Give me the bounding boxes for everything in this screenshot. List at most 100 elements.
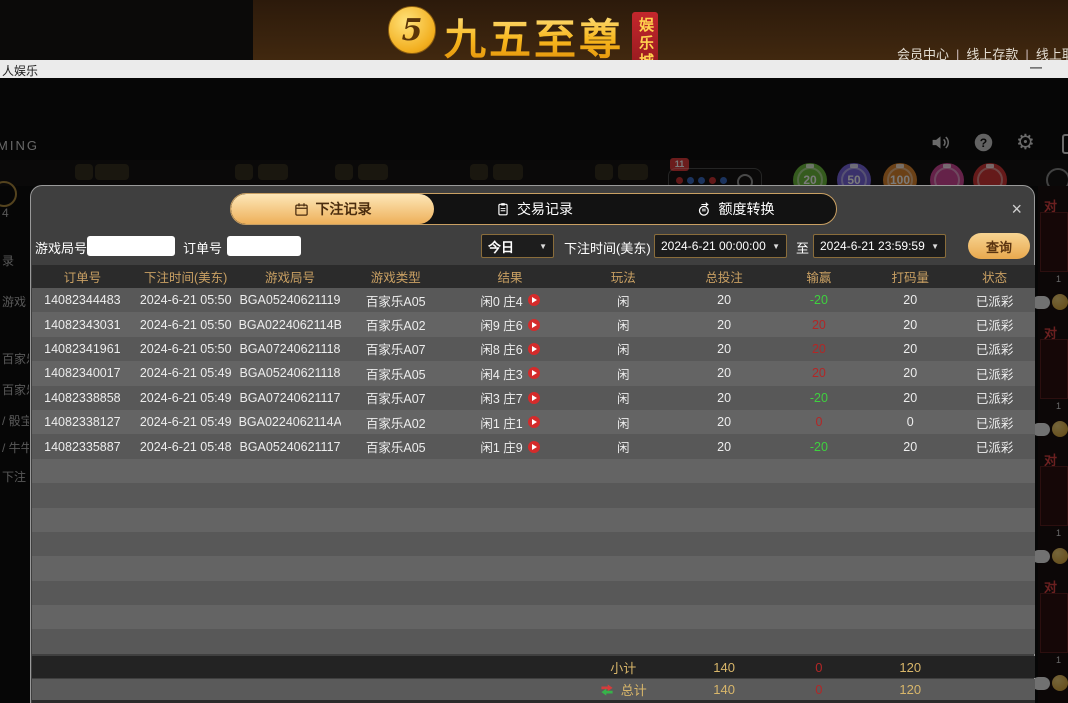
result-cell: 闲1 庄9 bbox=[450, 437, 570, 456]
col-status: 状态 bbox=[954, 267, 1035, 286]
status-cell: 已派彩 bbox=[954, 315, 1035, 334]
play-cell: 闲 bbox=[570, 291, 677, 310]
result-text: 闲4 庄3 bbox=[480, 364, 522, 383]
result-text: 闲8 庄6 bbox=[480, 339, 522, 358]
result-text: 闲9 庄6 bbox=[480, 315, 522, 334]
table-body: 140823444832024-6-21 05:50BGA05240621119… bbox=[32, 288, 1035, 654]
replay-icon[interactable] bbox=[528, 294, 540, 306]
type-cell: 百家乐A07 bbox=[341, 388, 450, 407]
round-cell: BGA05240621117 bbox=[239, 440, 342, 454]
win-cell: -20 bbox=[772, 440, 867, 454]
chevron-down-icon: ▼ bbox=[539, 242, 547, 251]
refresh-icon[interactable] bbox=[600, 683, 614, 697]
col-result: 结果 bbox=[450, 267, 570, 286]
betting-records-modal: 下注记录 交易记录 bbox=[30, 185, 1035, 703]
result-cell: 闲3 庄7 bbox=[450, 388, 570, 407]
chevron-down-icon: ▼ bbox=[772, 242, 780, 251]
header-link[interactable]: 线上取款 bbox=[1036, 47, 1068, 60]
window-titlebar: 人娱乐 — bbox=[0, 60, 1068, 78]
tab-label: 额度转换 bbox=[719, 199, 775, 219]
time-cell: 2024-6-21 05:49 bbox=[133, 366, 239, 380]
col-order: 订单号 bbox=[32, 267, 133, 286]
turnover-cell: 20 bbox=[866, 391, 954, 405]
table-row: 140823358872024-6-21 05:48BGA05240621117… bbox=[32, 434, 1035, 458]
col-bet: 总投注 bbox=[677, 267, 772, 286]
col-type: 游戏类型 bbox=[341, 267, 450, 286]
replay-icon[interactable] bbox=[528, 319, 540, 331]
table-header-row: 订单号 下注时间(美东) 游戏局号 游戏类型 结果 玩法 总投注 输赢 打码量 … bbox=[32, 265, 1035, 288]
link-separator: | bbox=[956, 47, 959, 60]
type-cell: 百家乐A07 bbox=[341, 339, 450, 358]
replay-icon[interactable] bbox=[528, 367, 540, 379]
col-time: 下注时间(美东) bbox=[133, 267, 239, 286]
date-range-select[interactable]: 今日 ▼ bbox=[481, 234, 554, 258]
table-row: 140823388582024-6-21 05:49BGA07240621117… bbox=[32, 386, 1035, 410]
turnover-cell: 20 bbox=[866, 440, 954, 454]
result-text: 闲3 庄7 bbox=[480, 388, 522, 407]
result-cell: 闲1 庄1 bbox=[450, 413, 570, 432]
header-link[interactable]: 会员中心 bbox=[897, 47, 949, 60]
close-icon[interactable]: × bbox=[1011, 200, 1022, 218]
col-round: 游戏局号 bbox=[239, 267, 342, 286]
time-cell: 2024-6-21 05:50 bbox=[133, 293, 239, 307]
date-to-input[interactable]: 2024-6-21 23:59:59 ▼ bbox=[813, 234, 946, 258]
col-turnover: 打码量 bbox=[866, 267, 954, 286]
type-cell: 百家乐A05 bbox=[341, 364, 450, 383]
empty-row bbox=[32, 581, 1035, 605]
logo-symbol: 5 bbox=[402, 13, 423, 48]
win-cell: 20 bbox=[772, 342, 867, 356]
order-input[interactable] bbox=[227, 236, 301, 256]
replay-icon[interactable] bbox=[528, 416, 540, 428]
subtotal-win: 0 bbox=[772, 660, 867, 675]
header-link[interactable]: 线上存款 bbox=[966, 47, 1018, 60]
play-cell: 闲 bbox=[570, 388, 677, 407]
link-separator: | bbox=[1025, 47, 1028, 60]
table-row: 140823444832024-6-21 05:50BGA05240621119… bbox=[32, 288, 1035, 312]
clipboard-icon bbox=[496, 202, 510, 216]
minimize-button[interactable]: — bbox=[1030, 60, 1042, 74]
tab-credit-transfer[interactable]: 额度转换 bbox=[635, 194, 836, 224]
round-cell: BGA05240621118 bbox=[239, 366, 342, 380]
status-cell: 已派彩 bbox=[954, 388, 1035, 407]
modal-tab-bar: 下注记录 交易记录 bbox=[230, 193, 837, 225]
search-button[interactable]: 查询 bbox=[968, 233, 1030, 259]
time-cell: 2024-6-21 05:50 bbox=[133, 342, 239, 356]
round-cell: BGA05240621119 bbox=[239, 293, 342, 307]
tab-label: 下注记录 bbox=[316, 199, 372, 219]
subtotal-bet: 140 bbox=[677, 660, 772, 675]
bet-cell: 20 bbox=[677, 391, 772, 405]
tab-bet-records[interactable]: 下注记录 bbox=[231, 194, 434, 224]
site-header: 5 九五至尊 娱乐城 会员中心|线上存款|线上取款 bbox=[0, 0, 1068, 60]
replay-icon[interactable] bbox=[528, 392, 540, 404]
replay-icon[interactable] bbox=[528, 441, 540, 453]
win-cell: 20 bbox=[772, 318, 867, 332]
total-turnover: 120 bbox=[866, 682, 954, 697]
empty-row bbox=[32, 483, 1035, 507]
logo-5-icon: 5 bbox=[388, 6, 436, 54]
chevron-down-icon: ▼ bbox=[931, 242, 939, 251]
play-cell: 闲 bbox=[570, 315, 677, 334]
time-cell: 2024-6-21 05:48 bbox=[133, 440, 239, 454]
order-cell: 14082340017 bbox=[32, 366, 133, 380]
game-round-input[interactable] bbox=[87, 236, 175, 256]
date-from-input[interactable]: 2024-6-21 00:00:00 ▼ bbox=[654, 234, 787, 258]
result-cell: 闲9 庄6 bbox=[450, 315, 570, 334]
order-cell: 14082335887 bbox=[32, 440, 133, 454]
calendar-icon bbox=[294, 202, 309, 217]
col-play: 玩法 bbox=[570, 267, 677, 286]
time-cell: 2024-6-21 05:49 bbox=[133, 391, 239, 405]
result-cell: 闲0 庄4 bbox=[450, 291, 570, 310]
table-row: 140823400172024-6-21 05:49BGA05240621118… bbox=[32, 361, 1035, 385]
table-row: 140823430312024-6-21 05:50BGA0224062114B… bbox=[32, 312, 1035, 336]
header-black-region bbox=[0, 0, 253, 60]
exchange-icon bbox=[697, 202, 712, 217]
play-cell: 闲 bbox=[570, 339, 677, 358]
subtotal-label: 小计 bbox=[570, 658, 677, 677]
round-cell: BGA0224062114A bbox=[239, 415, 342, 429]
type-cell: 百家乐A02 bbox=[341, 315, 450, 334]
status-cell: 已派彩 bbox=[954, 413, 1035, 432]
tab-transaction-records[interactable]: 交易记录 bbox=[434, 194, 635, 224]
empty-row bbox=[32, 508, 1035, 532]
replay-icon[interactable] bbox=[528, 343, 540, 355]
order-cell: 14082338858 bbox=[32, 391, 133, 405]
